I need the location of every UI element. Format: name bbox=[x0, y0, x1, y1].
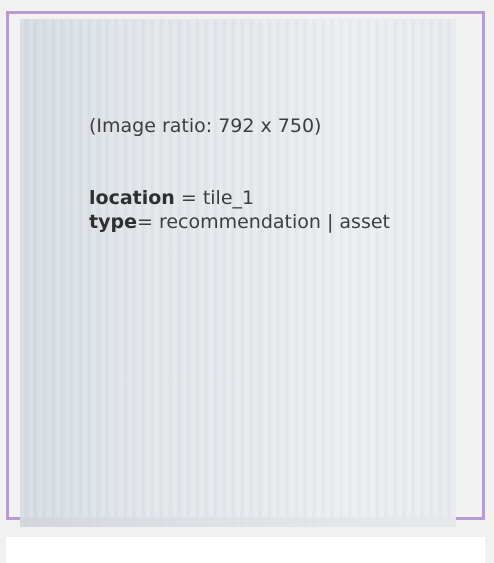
type-key: type bbox=[89, 211, 137, 233]
tile-text-block: (Image ratio: 792 x 750) location = tile… bbox=[89, 114, 390, 234]
type-separator: = bbox=[136, 211, 159, 233]
type-value: recommendation | asset bbox=[158, 211, 390, 233]
image-ratio-text: (Image ratio: 792 x 750) bbox=[89, 115, 322, 137]
location-value: tile_1 bbox=[202, 187, 255, 209]
location-key: location bbox=[89, 187, 175, 209]
bottom-panel bbox=[6, 537, 485, 563]
tile-image-placeholder bbox=[20, 19, 456, 527]
type-line: type= recommendation | asset bbox=[89, 210, 390, 234]
location-separator: = bbox=[174, 187, 203, 209]
page: (Image ratio: 792 x 750) location = tile… bbox=[0, 0, 494, 563]
location-line: location = tile_1 bbox=[89, 186, 390, 210]
